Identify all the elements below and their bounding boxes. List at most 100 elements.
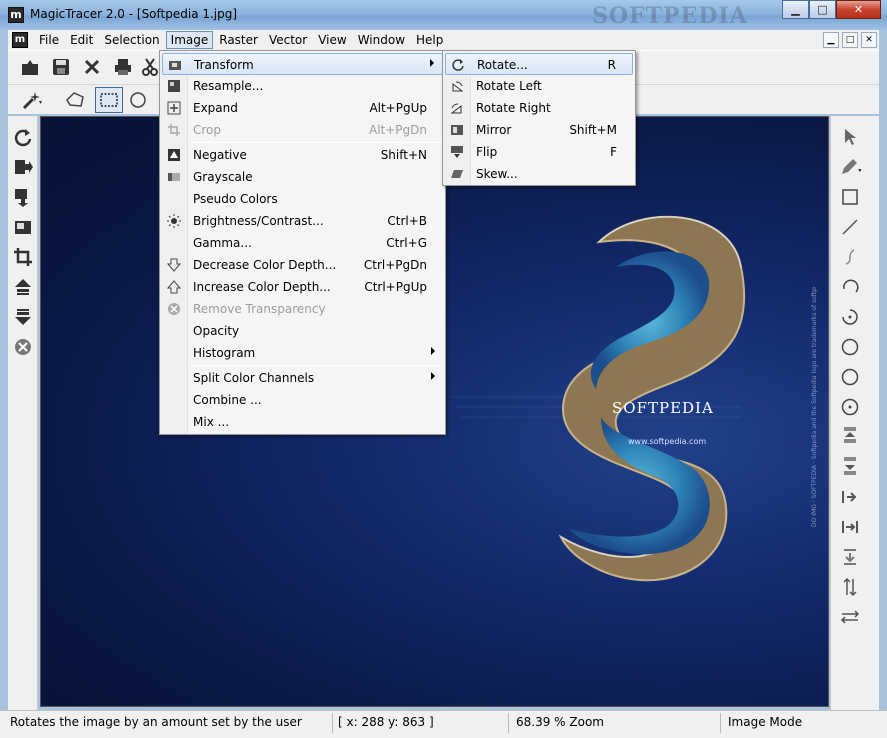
menu-item-shortcut: Ctrl+PgDn	[363, 258, 427, 272]
menu-item-label: Pseudo Colors	[193, 192, 278, 206]
status-coordinates: [ x: 288 y: 863 ]	[338, 715, 434, 729]
transform-item-skew[interactable]: Skew...	[445, 163, 633, 185]
menu-item-label: Crop	[193, 123, 222, 137]
menu-item-grayscale[interactable]: Grayscale	[162, 166, 443, 188]
menu-item-shortcut: Alt+PgDn	[368, 123, 427, 137]
document-icon[interactable]: m	[12, 32, 28, 48]
rect-select-icon[interactable]	[95, 87, 123, 113]
menu-raster[interactable]: Raster	[214, 31, 263, 49]
resample-icon	[166, 78, 182, 94]
menu-item-split-color-channels[interactable]: Split Color Channels	[162, 367, 443, 389]
mdi-restore-button[interactable]: □	[842, 32, 858, 48]
menu-window[interactable]: Window	[353, 31, 410, 49]
menu-image[interactable]: Image	[165, 31, 214, 49]
menu-item-shortcut: Ctrl+G	[386, 236, 427, 250]
transform-icon	[167, 57, 183, 73]
distribute-vertical-icon[interactable]	[837, 544, 863, 570]
menu-item-label: Histogram	[193, 346, 256, 360]
resize-icon[interactable]	[10, 214, 36, 240]
menu-selection[interactable]: Selection	[99, 31, 164, 49]
submenu-arrow-icon	[431, 372, 435, 380]
menu-item-label: Grayscale	[193, 170, 253, 184]
export-icon[interactable]	[10, 154, 36, 180]
arc-icon[interactable]	[837, 274, 863, 300]
distribute-horizontal-icon[interactable]	[837, 514, 863, 540]
swap-vertical-icon[interactable]	[837, 574, 863, 600]
menu-item-label: Rotate Right	[476, 101, 551, 115]
menu-vector[interactable]: Vector	[264, 31, 312, 49]
menu-help[interactable]: Help	[411, 31, 448, 49]
menu-item-decrease-color-depth[interactable]: Decrease Color Depth... Ctrl+PgDn	[162, 254, 443, 276]
pointer-icon[interactable]	[837, 124, 863, 150]
transform-item-flip[interactable]: Flip F	[445, 141, 633, 163]
title-bar: m MagicTracer 2.0 - [Softpedia 1.jpg] SO…	[0, 0, 887, 30]
print-icon[interactable]	[111, 55, 135, 79]
menu-item-increase-color-depth[interactable]: Increase Color Depth... Ctrl+PgUp	[162, 276, 443, 298]
swap-horizontal-icon[interactable]	[837, 604, 863, 630]
line-icon[interactable]	[837, 214, 863, 240]
menu-item-crop: Crop Alt+PgDn	[162, 119, 443, 141]
ellipse-icon[interactable]	[837, 364, 863, 390]
open-icon[interactable]	[18, 55, 42, 79]
save-icon[interactable]	[49, 55, 73, 79]
magic-wand-icon[interactable]	[20, 88, 44, 112]
menu-edit[interactable]: Edit	[65, 31, 98, 49]
mdi-minimize-button[interactable]: ▁	[823, 32, 839, 48]
align-top-icon[interactable]	[837, 424, 863, 450]
status-bar: Rotates the image by an amount set by th…	[0, 710, 887, 738]
menu-view[interactable]: View	[313, 31, 351, 49]
negative-icon	[166, 147, 182, 163]
menu-item-label: Split Color Channels	[193, 371, 315, 385]
menu-item-mix[interactable]: Mix ...	[162, 411, 443, 433]
transform-item-rotate-left[interactable]: Rotate Left	[445, 75, 633, 97]
curve-icon[interactable]	[837, 244, 863, 270]
crop-icon[interactable]	[10, 244, 36, 270]
close-document-icon[interactable]	[80, 55, 104, 79]
flip-horizontal-icon[interactable]	[837, 484, 863, 510]
menu-item-transform[interactable]: Transform	[162, 53, 443, 75]
status-mode: Image Mode	[728, 715, 803, 729]
pen-icon[interactable]	[837, 154, 863, 180]
transform-item-rotate[interactable]: Rotate... R	[445, 53, 633, 75]
crop-icon	[166, 122, 182, 138]
menu-item-expand[interactable]: Expand Alt+PgUp	[162, 97, 443, 119]
lasso-icon[interactable]	[63, 88, 87, 112]
maximize-button[interactable]: □	[809, 0, 836, 19]
menu-item-shortcut: Alt+PgUp	[369, 101, 427, 115]
mdi-close-button[interactable]: ✕	[861, 32, 877, 48]
delete-icon[interactable]	[10, 334, 36, 360]
flip-icon	[449, 144, 465, 160]
menu-file[interactable]: File	[34, 31, 64, 49]
minimize-button[interactable]: ▁	[782, 0, 809, 19]
menu-item-label: Flip	[476, 145, 498, 159]
move-down-icon[interactable]	[10, 304, 36, 330]
title-watermark: SOFTPEDIA	[592, 3, 748, 29]
rectangle-icon[interactable]	[837, 184, 863, 210]
rotate-icon[interactable]	[10, 124, 36, 150]
transform-item-mirror[interactable]: Mirror Shift+M	[445, 119, 633, 141]
pie-icon[interactable]	[837, 304, 863, 330]
ellipse-select-icon[interactable]	[126, 88, 150, 112]
menu-item-gamma[interactable]: Gamma... Ctrl+G	[162, 232, 443, 254]
menu-item-pseudo-colors[interactable]: Pseudo Colors	[162, 188, 443, 210]
align-bottom-icon[interactable]	[837, 454, 863, 480]
import-icon[interactable]	[10, 184, 36, 210]
menu-item-resample[interactable]: Resample...	[162, 75, 443, 97]
menu-item-label: Transform	[194, 58, 254, 72]
close-button[interactable]: ✕	[836, 0, 881, 19]
menu-item-label: Rotate...	[477, 58, 528, 72]
rotate-icon	[450, 57, 466, 73]
menu-item-histogram[interactable]: Histogram	[162, 342, 443, 364]
circle-icon[interactable]	[837, 334, 863, 360]
submenu-arrow-icon	[431, 347, 435, 355]
menu-item-shortcut: Shift+N	[380, 148, 427, 162]
app-icon[interactable]: m	[8, 7, 24, 23]
menu-item-negative[interactable]: Negative Shift+N	[162, 144, 443, 166]
transform-item-rotate-right[interactable]: Rotate Right	[445, 97, 633, 119]
menu-item-brightness-contrast[interactable]: Brightness/Contrast... Ctrl+B	[162, 210, 443, 232]
move-up-icon[interactable]	[10, 274, 36, 300]
menu-item-combine[interactable]: Combine ...	[162, 389, 443, 411]
menu-item-opacity[interactable]: Opacity	[162, 320, 443, 342]
circle-center-icon[interactable]	[837, 394, 863, 420]
menu-item-shortcut: Ctrl+PgUp	[364, 280, 427, 294]
